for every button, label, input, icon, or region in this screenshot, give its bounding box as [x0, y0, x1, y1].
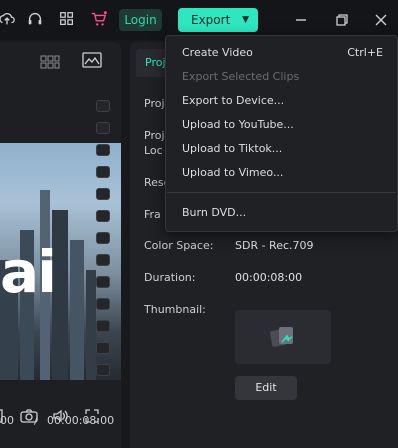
- title-bar: Login Export ▼: [0, 0, 398, 40]
- create-video-shortcut: Ctrl+E: [347, 46, 383, 59]
- export-button[interactable]: Export ▼: [178, 8, 258, 32]
- project-location-label: Proj: [144, 129, 165, 142]
- color-space-value: SDR - Rec.709: [235, 239, 314, 252]
- export-label: Export: [191, 13, 231, 27]
- restore-icon[interactable]: [331, 9, 353, 31]
- cart-icon[interactable]: [88, 8, 110, 30]
- filmstrip: [92, 100, 114, 395]
- duration-value: 00:00:08:00: [235, 271, 303, 284]
- preview-toolbar: [0, 42, 121, 82]
- minimize-icon[interactable]: [290, 9, 312, 31]
- menu-item-export-selected-clips: Export Selected Clips: [182, 70, 300, 83]
- camera-icon[interactable]: [20, 408, 38, 428]
- volume-icon[interactable]: [52, 408, 70, 428]
- menu-item-upload-youtube[interactable]: Upload to YouTube...: [182, 118, 294, 131]
- headset-icon[interactable]: [24, 8, 46, 30]
- preview-panel: ai 00 / 00:00:08:00: [0, 42, 121, 448]
- project-location-label-2: Loc: [144, 144, 163, 157]
- thumbnail-preview[interactable]: [235, 310, 331, 364]
- menu-item-burn-dvd[interactable]: Burn DVD...: [182, 206, 246, 219]
- thumbnail-label: Thumbnail:: [144, 303, 206, 316]
- cloud-upload-icon[interactable]: [0, 8, 18, 30]
- menu-item-create-video[interactable]: Create Video: [182, 46, 253, 59]
- chevron-down-icon: ▼: [242, 15, 249, 25]
- grid-view-icon[interactable]: [40, 54, 60, 73]
- menu-separator: [167, 192, 396, 193]
- apps-grid-icon[interactable]: [56, 8, 78, 30]
- image-icon[interactable]: [82, 52, 102, 72]
- duration-label: Duration:: [144, 271, 196, 284]
- frame-rate-label: Fra: [144, 208, 161, 221]
- thumbnail-edit-button[interactable]: Edit: [235, 376, 297, 400]
- overlay-title-text: ai: [0, 238, 57, 306]
- menu-item-upload-vimeo[interactable]: Upload to Vimeo...: [182, 166, 283, 179]
- ai-thumbnail-icon: [270, 327, 293, 347]
- menu-item-export-to-device[interactable]: Export to Device...: [182, 94, 284, 107]
- close-icon[interactable]: [370, 9, 392, 31]
- color-space-label: Color Space:: [144, 239, 214, 252]
- snapshot-ratio-icon[interactable]: [0, 408, 6, 428]
- tab-project-label: Proj: [145, 56, 166, 69]
- export-dropdown-menu: Create Video Ctrl+E Export Selected Clip…: [165, 35, 398, 232]
- menu-item-upload-tiktok[interactable]: Upload to Tiktok...: [182, 142, 282, 155]
- login-button[interactable]: Login: [119, 9, 162, 31]
- project-name-label: Proj: [144, 97, 165, 110]
- fullscreen-icon[interactable]: [84, 408, 100, 428]
